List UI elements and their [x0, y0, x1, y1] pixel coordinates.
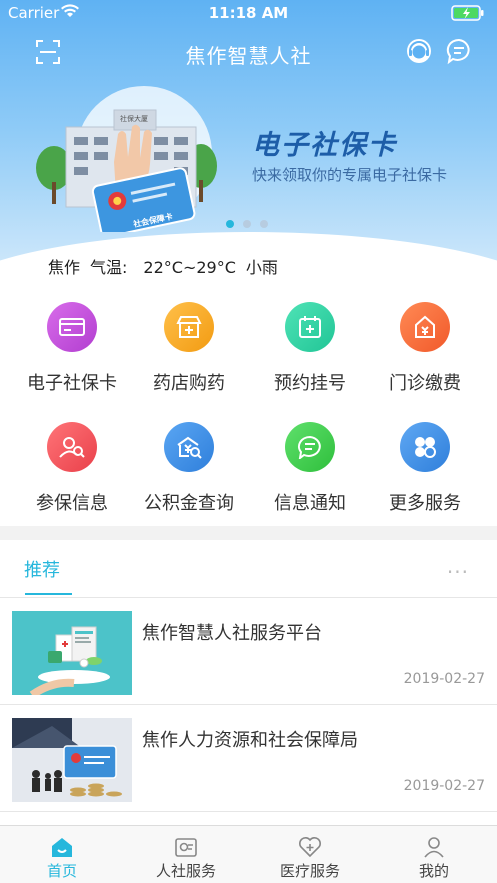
banner-subtitle: 快来领取你的专属电子社保卡	[252, 166, 448, 184]
tab-indicator	[25, 593, 72, 595]
service-e-card[interactable]: 电子社保卡	[12, 290, 132, 400]
weather-bar: 焦作 气温: 22°C~29°C 小雨	[48, 254, 288, 278]
medical-service-icon	[298, 836, 322, 858]
building-sign: 社保大厦	[120, 115, 148, 123]
banner-text[interactable]: 电子社保卡 快来领取你的专属电子社保卡	[252, 123, 447, 185]
news-date: 2019-02-27	[403, 671, 485, 687]
service-more[interactable]: 更多服务	[365, 410, 485, 520]
payment-icon	[400, 302, 450, 352]
service-pharmacy[interactable]: 药店购药	[129, 290, 249, 400]
news-title: 焦作智慧人社服务平台	[142, 623, 322, 644]
service-appointment[interactable]: 预约挂号	[250, 290, 370, 400]
news-thumbnail	[12, 718, 132, 802]
service-notice[interactable]: 信息通知	[250, 410, 370, 520]
recommend-tabs: 推荐 ···	[0, 540, 497, 598]
weather-label: 气温:	[90, 258, 128, 277]
app-screen: Carrier 11:18 AM 焦作智慧人社 社保大厦 社会保障卡 电子社保卡…	[0, 0, 497, 883]
battery-icon	[451, 5, 487, 21]
news-item[interactable]: 焦作人力资源和社会保障局 2019-02-27	[0, 706, 497, 812]
tab-home[interactable]: 首页	[0, 826, 124, 883]
status-bar: Carrier 11:18 AM	[0, 0, 497, 26]
social-service-icon	[174, 836, 198, 858]
news-title: 焦作人力资源和社会保障局	[142, 730, 358, 751]
service-label: 电子社保卡	[27, 373, 117, 394]
news-date: 2019-02-27	[403, 778, 485, 794]
service-grid: 电子社保卡 药店购药 预约挂号 门诊缴费 参保信息 公积金查询 信息通知 更多服…	[0, 290, 497, 526]
page-dot[interactable]	[243, 220, 251, 228]
more-options-icon[interactable]: ···	[447, 560, 469, 584]
tab-recommend[interactable]: 推荐	[24, 556, 60, 582]
card-icon	[47, 302, 97, 352]
service-outpatient-payment[interactable]: 门诊缴费	[365, 290, 485, 400]
service-insurance-info[interactable]: 参保信息	[12, 410, 132, 520]
news-item[interactable]: 焦作智慧人社服务平台 2019-02-27	[0, 599, 497, 705]
home-icon	[50, 836, 74, 858]
weather-city: 焦作	[48, 258, 81, 277]
customer-service-icon[interactable]	[405, 37, 433, 69]
appointment-icon	[285, 302, 335, 352]
service-label: 参保信息	[36, 493, 108, 514]
header-banner-area: Carrier 11:18 AM 焦作智慧人社 社保大厦 社会保障卡 电子社保卡…	[0, 0, 497, 290]
tab-medical-service[interactable]: 医疗服务	[248, 826, 372, 883]
page-dot[interactable]	[260, 220, 268, 228]
tab-social-service[interactable]: 人社服务	[124, 826, 248, 883]
service-label: 预约挂号	[274, 373, 346, 394]
recommend-section: 推荐 ··· 焦作智慧人社服务平台 2019-02-27 焦作人力资源和社会保障…	[0, 540, 497, 825]
news-thumbnail	[12, 611, 132, 695]
service-label: 药店购药	[153, 373, 225, 394]
tab-label: 人社服务	[155, 862, 216, 880]
tab-profile[interactable]: 我的	[372, 826, 496, 883]
service-fund-search[interactable]: 公积金查询	[129, 410, 249, 520]
tab-label: 我的	[418, 862, 449, 880]
bottom-tab-bar: 首页 人社服务 医疗服务 我的	[0, 825, 497, 883]
banner-illustration[interactable]: 社保大厦 社会保障卡	[36, 72, 236, 238]
banner-title: 电子社保卡	[252, 130, 397, 161]
weather-condition: 小雨	[245, 258, 278, 277]
service-label: 更多服务	[389, 493, 461, 514]
nav-bar: 焦作智慧人社	[0, 32, 497, 72]
more-services-icon	[400, 422, 450, 472]
page-dot-active[interactable]	[226, 220, 234, 228]
notice-icon	[285, 422, 335, 472]
status-time: 11:18 AM	[208, 4, 289, 22]
insurance-info-icon	[47, 422, 97, 472]
service-label: 公积金查询	[144, 493, 234, 514]
tab-label: 首页	[46, 862, 77, 880]
service-label: 信息通知	[274, 493, 346, 514]
banner-pagination	[226, 213, 277, 232]
profile-icon	[422, 836, 446, 858]
weather-temp: 22°C~29°C	[143, 258, 236, 277]
tab-label: 医疗服务	[279, 862, 340, 880]
message-icon[interactable]	[445, 37, 473, 69]
fund-search-icon	[164, 422, 214, 472]
service-label: 门诊缴费	[389, 373, 461, 394]
pharmacy-icon	[164, 302, 214, 352]
